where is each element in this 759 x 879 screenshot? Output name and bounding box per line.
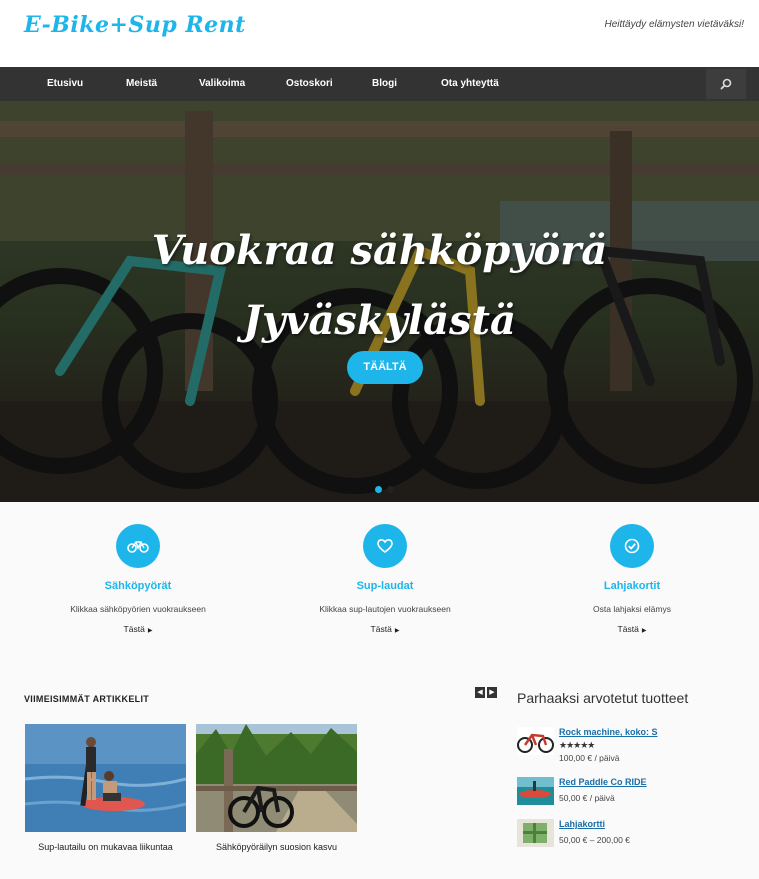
caret-right-icon: ▶ (147, 628, 153, 634)
hero-title-line2: Jyväskylästä (243, 297, 516, 344)
top-rated-heading: Parhaaksi arvotetut tuotteet (517, 690, 689, 706)
product-thumb-sup[interactable] (517, 777, 554, 805)
product-name[interactable]: Lahjakortti (559, 819, 605, 829)
article-card: Sähköpyöräilyn suosion kasvu (196, 724, 357, 852)
feature-desc: Osta lahjaksi elämys (593, 604, 671, 614)
bicycle-icon (127, 541, 149, 553)
product-name[interactable]: Rock machine, koko: S (559, 727, 658, 737)
rating-stars-icon: ★★★★★ (559, 740, 595, 750)
nav-item-etusivu[interactable]: Etusivu (47, 67, 83, 101)
check-circle-icon (624, 538, 640, 554)
chevron-left-icon[interactable]: ◀ (475, 687, 485, 698)
feature-title[interactable]: Sup-laudat (265, 580, 505, 592)
feature-sup-laudat: Sup-laudat Klikkaa sup-lautojen vuokrauk… (265, 524, 505, 634)
hero-slider: Vuokraa sähköpyörä Jyväskylästä TÄÄLTÄ (0, 101, 759, 502)
hero-cta-button[interactable]: TÄÄLTÄ (347, 351, 423, 384)
product-price: 100,00 € / päivä (559, 753, 620, 763)
site-header: E-Bike+Sup Rent Heittäydy elämysten viet… (0, 0, 759, 67)
article-image-sup[interactable] (25, 724, 186, 832)
articles-heading: VIIMEISIMMÄT ARTIKKELIT (24, 694, 150, 704)
caret-right-icon: ▶ (641, 628, 647, 634)
product-price: 50,00 € – 200,00 € (559, 835, 630, 845)
feature-icon-circle[interactable] (363, 524, 407, 568)
feature-link[interactable]: Tästä ▶ (512, 624, 752, 634)
caret-right-icon: ▶ (394, 628, 400, 634)
feature-link-label: Tästä (123, 624, 145, 634)
feature-link-label: Tästä (617, 624, 639, 634)
product-thumb-giftcard[interactable] (517, 819, 554, 847)
product-thumb-bike[interactable] (517, 727, 554, 755)
product-price: 50,00 € / päivä (559, 793, 615, 803)
carousel-arrows: ◀ ▶ (475, 687, 497, 698)
feature-icon-circle[interactable] (610, 524, 654, 568)
product-item: Red Paddle Co RIDE 50,00 € / päivä (517, 777, 747, 807)
site-tagline: Heittäydy elämysten vietäväksi! (604, 19, 744, 30)
nav-item-meista[interactable]: Meistä (126, 67, 157, 101)
feature-link-label: Tästä (370, 624, 392, 634)
feature-sahkopyorat: Sähköpyörät Klikkaa sähköpyörien vuokrau… (18, 524, 258, 634)
nav-item-ota-yhteytta[interactable]: Ota yhteyttä (441, 67, 499, 101)
slider-dot-1[interactable] (375, 486, 382, 493)
article-card: Sup-lautailu on mukavaa liikuntaa (25, 724, 186, 852)
nav-item-ostoskori[interactable]: Ostoskori (286, 67, 333, 101)
feature-title[interactable]: Sähköpyörät (18, 580, 258, 592)
hero-title-line1: Vuokraa sähköpyörä (151, 227, 608, 274)
article-image-ebike[interactable] (196, 724, 357, 832)
product-item: Rock machine, koko: S ★★★★★ 100,00 € / p… (517, 727, 747, 767)
feature-desc: Klikkaa sup-lautojen vuokraukseen (319, 604, 451, 614)
search-button[interactable] (706, 69, 746, 99)
search-icon (720, 78, 732, 90)
product-name[interactable]: Red Paddle Co RIDE (559, 777, 647, 787)
nav-item-blogi[interactable]: Blogi (372, 67, 397, 101)
heart-icon (377, 539, 393, 553)
feature-link[interactable]: Tästä ▶ (18, 624, 258, 634)
feature-title[interactable]: Lahjakortit (512, 580, 752, 592)
site-logo[interactable]: E-Bike+Sup Rent (24, 12, 246, 38)
feature-link[interactable]: Tästä ▶ (265, 624, 505, 634)
article-caption[interactable]: Sähköpyöräilyn suosion kasvu (196, 842, 357, 852)
feature-icon-circle[interactable] (116, 524, 160, 568)
feature-desc: Klikkaa sähköpyörien vuokraukseen (70, 604, 206, 614)
chevron-right-icon[interactable]: ▶ (487, 687, 497, 698)
product-item: Lahjakortti 50,00 € – 200,00 € (517, 819, 747, 849)
article-caption[interactable]: Sup-lautailu on mukavaa liikuntaa (25, 842, 186, 852)
main-nav: Etusivu Meistä Valikoima Ostoskori Blogi… (0, 67, 759, 101)
slider-dot-2[interactable] (387, 486, 394, 493)
nav-item-valikoima[interactable]: Valikoima (199, 67, 245, 101)
feature-lahjakortit: Lahjakortit Osta lahjaksi elämys Tästä ▶ (512, 524, 752, 634)
